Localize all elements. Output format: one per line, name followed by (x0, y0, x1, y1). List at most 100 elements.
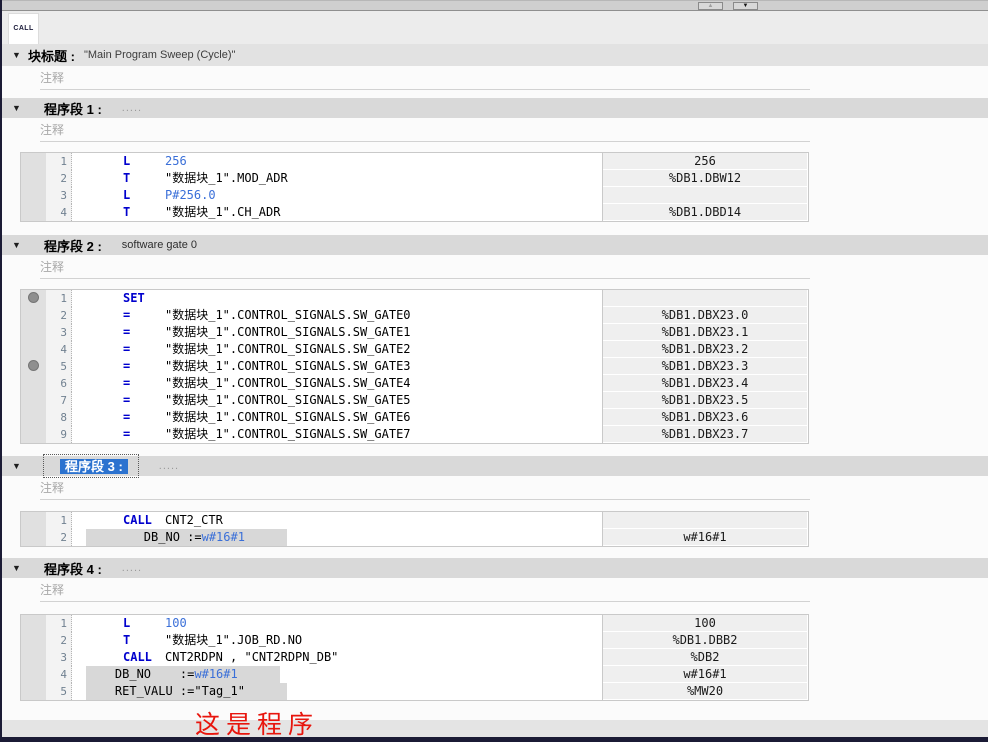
breakpoint-margin[interactable] (21, 375, 46, 392)
network-title[interactable]: 程序段 2 : (44, 236, 102, 255)
code-cell[interactable]: ="数据块_1".CONTROL_SIGNALS.SW_GATE0 (72, 307, 602, 324)
network-title-focus-box[interactable]: 程序段 3 : (43, 454, 139, 478)
code-line: 2T"数据块_1".JOB_RD.NO%DB1.DBB2 (21, 632, 808, 649)
param-assignment[interactable]: DB_NO :=w#16#1 (86, 529, 287, 546)
window-bottom-edge (0, 737, 988, 742)
network-subtitle[interactable]: ..... (122, 562, 142, 574)
chevron-down-icon[interactable]: ▼ (10, 240, 23, 250)
network-comment-field[interactable]: 注释 (40, 255, 810, 279)
chevron-down-icon[interactable]: ▼ (10, 50, 23, 60)
code-cell[interactable]: T"数据块_1".JOB_RD.NO (72, 632, 602, 649)
operand: "数据块_1".CONTROL_SIGNALS.SW_GATE0 (165, 308, 411, 322)
code-cell[interactable]: ="数据块_1".CONTROL_SIGNALS.SW_GATE6 (72, 409, 602, 426)
breakpoint-margin[interactable] (21, 632, 46, 649)
breakpoint-margin[interactable] (21, 512, 46, 529)
monitor-column: %DB1.DBX23.1 (602, 324, 807, 341)
spacer (0, 500, 988, 511)
breakpoint-margin[interactable] (21, 187, 46, 204)
network-subtitle[interactable]: software gate 0 (122, 239, 197, 251)
red-annotation-text: 这是程序 (195, 705, 319, 741)
network-title[interactable]: 程序段 4 : (44, 559, 102, 578)
code-cell[interactable]: LP#256.0 (72, 187, 602, 204)
code-cell[interactable]: ="数据块_1".CONTROL_SIGNALS.SW_GATE3 (72, 358, 602, 375)
breakpoint-margin[interactable] (21, 307, 46, 324)
breakpoint-margin[interactable] (21, 649, 46, 666)
network-comment-field[interactable]: 注释 (40, 476, 810, 500)
network-title[interactable]: 程序段 1 : (44, 99, 102, 118)
network-subtitle[interactable]: ..... (122, 102, 142, 114)
block-title-header[interactable]: ▼ 块标题 : "Main Program Sweep (Cycle)" (0, 44, 988, 66)
block-comment-field[interactable]: 注释 (40, 66, 810, 90)
breakpoint-margin[interactable] (21, 683, 46, 700)
breakpoint-margin[interactable] (21, 426, 46, 443)
breakpoint-indicator[interactable] (28, 292, 39, 303)
network-title-selected[interactable]: 程序段 3 : (60, 459, 128, 474)
breakpoint-margin[interactable] (21, 409, 46, 426)
tab-call[interactable]: CALL (8, 13, 39, 44)
breakpoint-margin[interactable] (21, 529, 46, 546)
breakpoint-margin[interactable] (21, 392, 46, 409)
code-cell[interactable]: ="数据块_1".CONTROL_SIGNALS.SW_GATE2 (72, 341, 602, 358)
network-header-4[interactable]: ▼ 程序段 4 :..... (0, 558, 988, 578)
breakpoint-margin[interactable] (21, 204, 46, 221)
code-cell[interactable]: DB_NO :=w#16#1 (72, 529, 602, 546)
breakpoint-margin[interactable] (21, 324, 46, 341)
code-cell[interactable]: DB_NO :=w#16#1 (72, 666, 602, 683)
monitor-value: %DB1.DBB2 (603, 632, 807, 648)
network-header-3[interactable]: ▼ 程序段 3 :..... (0, 456, 988, 476)
chevron-down-icon[interactable]: ▼ (10, 461, 23, 471)
breakpoint-margin[interactable] (21, 615, 46, 632)
code-cell[interactable]: CALLCNT2_CTR (72, 512, 602, 529)
breakpoint-margin[interactable] (21, 170, 46, 187)
monitor-column: %DB1.DBX23.3 (602, 358, 807, 375)
breakpoint-margin[interactable] (21, 358, 46, 375)
network-header-1[interactable]: ▼ 程序段 1 :..... (0, 98, 988, 118)
code-cell[interactable]: RET_VALU :="Tag_1" (72, 683, 602, 700)
code-cell[interactable]: SET (72, 290, 602, 307)
line-number: 5 (46, 683, 72, 700)
breakpoint-indicator[interactable] (28, 360, 39, 371)
code-cell[interactable]: T"数据块_1".MOD_ADR (72, 170, 602, 187)
network-header-2[interactable]: ▼ 程序段 2 : software gate 0 (0, 235, 988, 255)
code-cell[interactable]: ="数据块_1".CONTROL_SIGNALS.SW_GATE5 (72, 392, 602, 409)
param-assignment[interactable]: RET_VALU :="Tag_1" (86, 683, 287, 700)
param-assignment[interactable]: DB_NO :=w#16#1 (86, 666, 280, 683)
line-number: 1 (46, 615, 72, 632)
code-cell[interactable]: ="数据块_1".CONTROL_SIGNALS.SW_GATE7 (72, 426, 602, 443)
operand: "数据块_1".CONTROL_SIGNALS.SW_GATE2 (165, 342, 411, 356)
monitor-column: w#16#1 (602, 529, 807, 546)
line-number: 1 (46, 290, 72, 307)
breakpoint-margin[interactable] (21, 153, 46, 170)
operand: "数据块_1".CH_ADR (165, 205, 280, 219)
line-number: 4 (46, 204, 72, 221)
editor-tab-row: CALL (0, 11, 988, 44)
breakpoint-margin[interactable] (21, 341, 46, 358)
breakpoint-margin[interactable] (21, 666, 46, 683)
code-cell[interactable]: ="数据块_1".CONTROL_SIGNALS.SW_GATE1 (72, 324, 602, 341)
scroll-down-button[interactable]: ▼ (733, 2, 758, 10)
spacer (0, 222, 988, 235)
chevron-down-icon[interactable]: ▼ (10, 563, 23, 573)
code-cell[interactable]: CALLCNT2RDPN , "CNT2RDPN_DB" (72, 649, 602, 666)
code-cell[interactable]: ="数据块_1".CONTROL_SIGNALS.SW_GATE4 (72, 375, 602, 392)
top-scroll-strip: ▲ ▼ (0, 0, 988, 11)
chevron-down-icon[interactable]: ▼ (10, 103, 23, 113)
network-comment-field[interactable]: 注释 (40, 578, 810, 602)
param-name: DB_NO := (86, 667, 194, 681)
operand: CNT2RDPN , "CNT2RDPN_DB" (165, 650, 338, 664)
window-left-edge (0, 0, 2, 742)
operand: "数据块_1".CONTROL_SIGNALS.SW_GATE4 (165, 376, 411, 390)
monitor-value: %DB1.DBW12 (603, 170, 807, 186)
code-cell[interactable]: T"数据块_1".CH_ADR (72, 204, 602, 221)
monitor-value: %DB2 (603, 649, 807, 665)
breakpoint-margin[interactable] (21, 290, 46, 307)
line-number: 1 (46, 512, 72, 529)
instruction: T (123, 170, 165, 187)
code-cell[interactable]: L100 (72, 615, 602, 632)
operand: "数据块_1".CONTROL_SIGNALS.SW_GATE1 (165, 325, 411, 339)
network-subtitle[interactable]: ..... (159, 460, 179, 472)
code-cell[interactable]: L256 (72, 153, 602, 170)
network-comment-field[interactable]: 注释 (40, 118, 810, 142)
scroll-up-button[interactable]: ▲ (698, 2, 723, 10)
monitor-column: %DB1.DBD14 (602, 204, 807, 221)
